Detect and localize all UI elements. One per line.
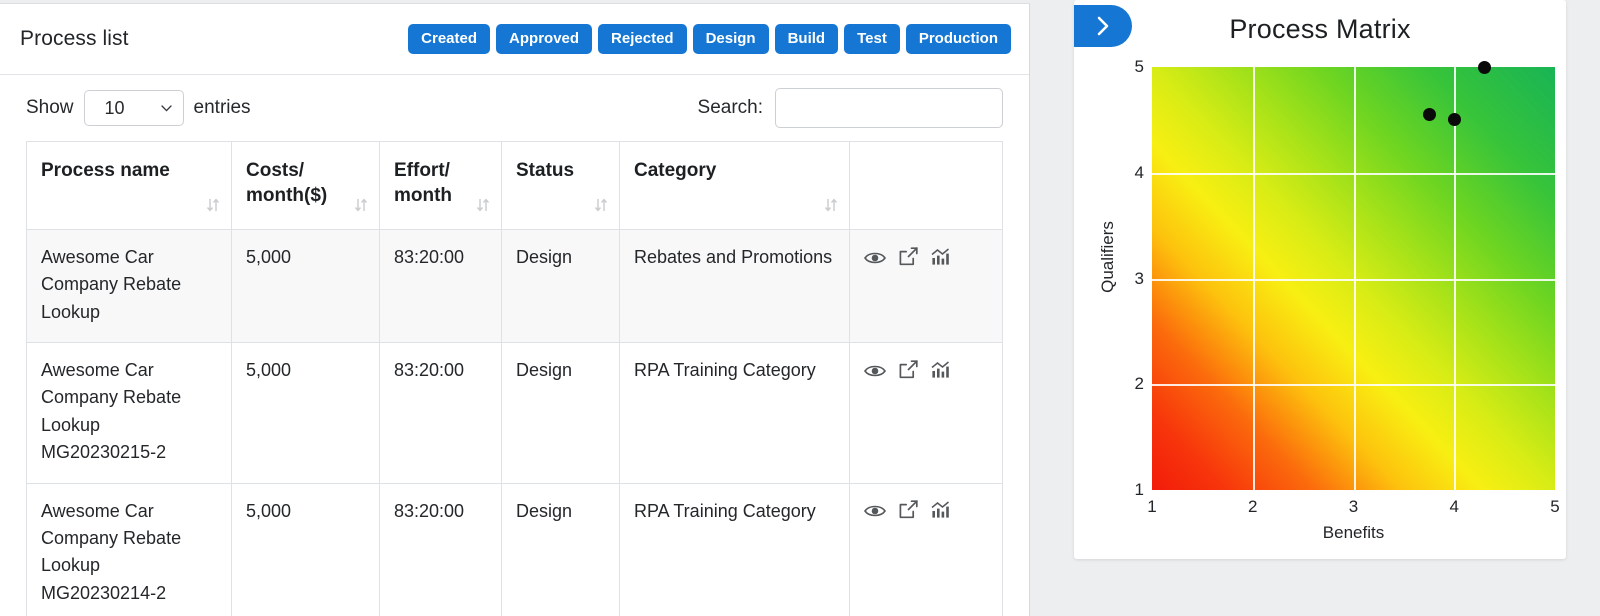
- entries-length-control: Show 10 entries: [26, 90, 251, 126]
- process-list-panel: Process list Created Approved Rejected D…: [0, 3, 1030, 616]
- search-label: Search:: [697, 97, 763, 118]
- sort-icon: [824, 198, 838, 212]
- bar-chart-icon[interactable]: [931, 247, 950, 274]
- entries-select[interactable]: 10: [83, 90, 184, 126]
- cell-costs: 5,000: [231, 342, 380, 484]
- column-header-effort[interactable]: Effort/ month: [379, 141, 502, 230]
- external-link-icon[interactable]: [899, 500, 918, 527]
- cell-effort: 83:20:00: [379, 482, 502, 616]
- column-header-label-line1: Costs/: [246, 160, 305, 181]
- collapse-panel-button[interactable]: [1074, 5, 1132, 47]
- column-header-label: Category: [634, 160, 717, 181]
- chart-title: Process Matrix: [1229, 14, 1411, 44]
- cell-process-name: Awesome Car Company Rebate Lookup MG2023…: [26, 342, 232, 484]
- table-controls: Show 10 entries Search:: [0, 75, 1029, 141]
- process-table: Process name Costs/ month($) Effort/ mon…: [26, 141, 1003, 616]
- sort-icon: [354, 198, 368, 212]
- column-header-label-line2: month: [394, 185, 453, 207]
- sort-icon: [206, 198, 220, 212]
- process-matrix-panel: Process Matrix 5 4 3 2 1 1 2 3 4 5 Quali…: [1074, 0, 1566, 559]
- table-header-row: Process name Costs/ month($) Effort/ mon…: [26, 141, 1003, 230]
- filter-button-rejected[interactable]: Rejected: [598, 24, 687, 54]
- data-point[interactable]: [1478, 60, 1491, 74]
- sort-icon: [594, 198, 608, 212]
- filter-button-created[interactable]: Created: [408, 24, 491, 54]
- column-header-costs[interactable]: Costs/ month($): [231, 141, 380, 230]
- process-table-wrap: Process name Costs/ month($) Effort/ mon…: [0, 141, 1029, 616]
- table-row[interactable]: Awesome Car Company Rebate Lookup MG2023…: [26, 482, 1003, 616]
- page-title: Process list: [20, 27, 129, 50]
- cell-process-name: Awesome Car Company Rebate Lookup MG2023…: [26, 482, 232, 616]
- gridline-vertical: [1353, 67, 1356, 490]
- column-header-category[interactable]: Category: [619, 141, 850, 230]
- cell-costs: 5,000: [231, 482, 380, 616]
- cell-status: Design: [501, 342, 620, 484]
- status-filter-group: Created Approved Rejected Design Build T…: [408, 24, 1011, 54]
- eye-icon[interactable]: [864, 247, 886, 274]
- cell-process-name: Awesome Car Company Rebate Lookup: [26, 228, 232, 344]
- eye-icon[interactable]: [864, 360, 886, 387]
- cell-effort: 83:20:00: [379, 228, 502, 344]
- column-header-label: Status: [516, 160, 575, 181]
- entries-select-wrap: 10: [83, 90, 184, 126]
- column-header-label-line2: month($): [246, 185, 328, 207]
- data-point[interactable]: [1422, 108, 1436, 122]
- column-header-actions: [849, 141, 1003, 230]
- cell-costs: 5,000: [231, 228, 380, 344]
- y-tick-label: 5: [1134, 57, 1144, 76]
- filter-button-test[interactable]: Test: [844, 24, 900, 54]
- column-header-label: Process name: [41, 160, 170, 181]
- x-tick-label: 2: [1248, 497, 1258, 516]
- cell-category: RPA Training Category: [619, 482, 850, 616]
- y-axis-label: Qualifiers: [1098, 221, 1117, 293]
- external-link-icon[interactable]: [899, 246, 918, 274]
- y-tick-label: 2: [1134, 374, 1144, 394]
- entries-label: entries: [193, 97, 251, 118]
- screen-root: Process list Created Approved Rejected D…: [0, 0, 1600, 616]
- cell-status: Design: [501, 228, 620, 344]
- x-axis-ticks: 1 2 3 4 5: [1147, 497, 1559, 523]
- column-header-status[interactable]: Status: [501, 141, 620, 230]
- filter-button-approved[interactable]: Approved: [496, 24, 593, 54]
- x-tick-label: 1: [1147, 497, 1157, 516]
- cell-actions: [849, 482, 1003, 616]
- table-body: Awesome Car Company Rebate Lookup 5,000 …: [26, 228, 1003, 616]
- column-header-label-line1: Effort/: [394, 160, 450, 181]
- gridline-vertical: [1252, 67, 1255, 490]
- x-tick-label: 3: [1348, 497, 1359, 516]
- x-tick-label: 4: [1449, 497, 1459, 516]
- chevron-right-icon: [1097, 16, 1109, 36]
- search-control: Search:: [698, 88, 1003, 128]
- filter-button-design[interactable]: Design: [692, 24, 769, 54]
- cell-status: Design: [501, 482, 620, 616]
- filter-button-production[interactable]: Production: [905, 24, 1011, 54]
- cell-effort: 83:20:00: [379, 342, 502, 484]
- search-input[interactable]: [775, 88, 1003, 128]
- panel-header: Process list Created Approved Rejected D…: [0, 4, 1029, 75]
- column-header-process-name[interactable]: Process name: [26, 141, 232, 230]
- gridline-vertical: [1454, 67, 1457, 490]
- cell-actions: [849, 228, 1003, 344]
- show-label: Show: [26, 97, 74, 118]
- x-tick-label: 5: [1550, 497, 1560, 516]
- data-point[interactable]: [1447, 113, 1461, 127]
- filter-button-build[interactable]: Build: [774, 24, 839, 54]
- eye-icon[interactable]: [864, 500, 886, 527]
- bar-chart-icon[interactable]: [931, 360, 950, 387]
- process-matrix-chart: 5 4 3 2 1 1 2 3 4 5 Qualifiers Benefits: [1074, 57, 1566, 542]
- chart-plot-area: [1152, 60, 1555, 490]
- cell-category: Rebates and Promotions: [619, 228, 850, 344]
- cell-category: RPA Training Category: [619, 342, 850, 484]
- cell-actions: [849, 342, 1003, 484]
- x-axis-label: Benefits: [1322, 523, 1385, 542]
- external-link-icon[interactable]: [899, 359, 918, 387]
- table-head: Process name Costs/ month($) Effort/ mon…: [26, 141, 1003, 230]
- bar-chart-icon[interactable]: [931, 500, 950, 527]
- sort-icon: [476, 198, 490, 212]
- table-row[interactable]: Awesome Car Company Rebate Lookup MG2023…: [26, 342, 1003, 484]
- table-row[interactable]: Awesome Car Company Rebate Lookup 5,000 …: [26, 228, 1003, 344]
